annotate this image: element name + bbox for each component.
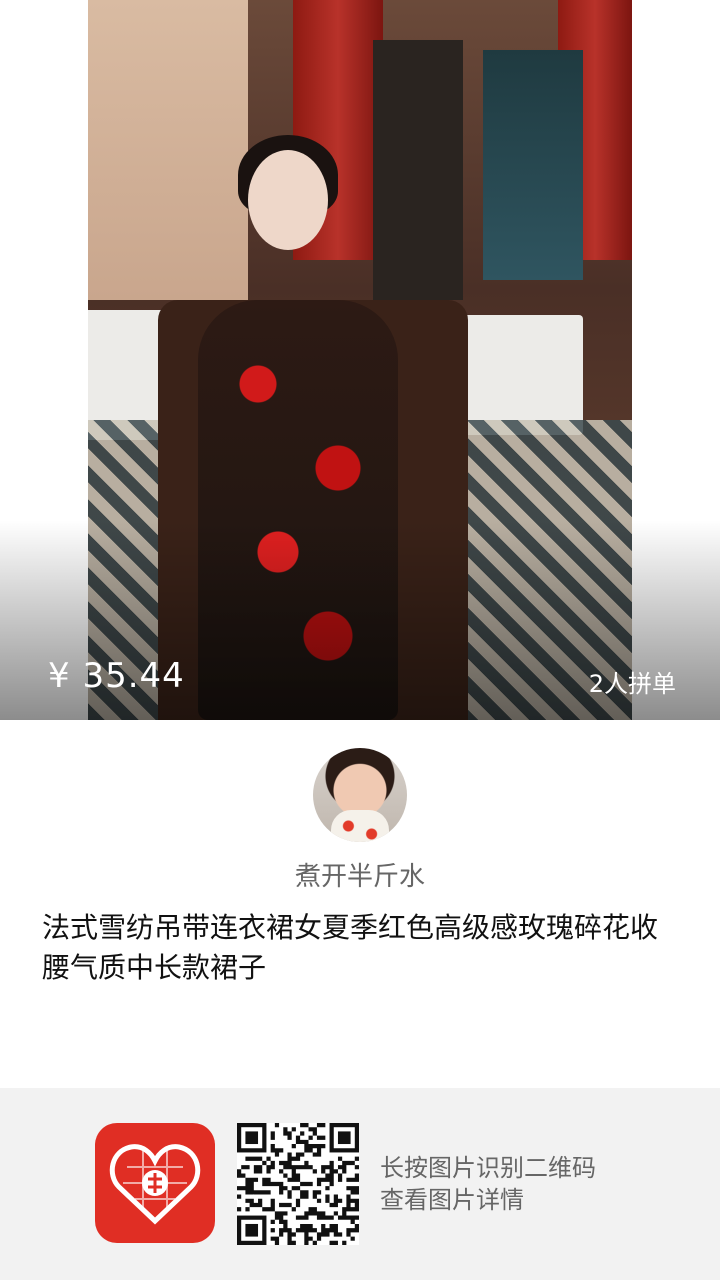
group-buy-label: 2人拼单 (588, 670, 676, 698)
logo-heart-mark (109, 1144, 201, 1225)
photo-doorway (483, 50, 583, 280)
qr-finder-pattern (236, 1215, 267, 1246)
product-price: ¥ 35.44 (48, 656, 185, 696)
photo-face (248, 150, 328, 250)
qr-hint-line1: 长按图片识别二维码 (380, 1154, 596, 1182)
avatar-shirt (331, 810, 389, 842)
qr-finder-pattern (236, 1122, 267, 1153)
share-footer: 长按图片识别二维码 查看图片详情 (0, 1088, 720, 1280)
qr-finder-pattern (329, 1122, 360, 1153)
product-title: 法式雪纺吊带连衣裙女夏季红色高级感玫瑰碎花收腰气质中长款裙子 (42, 911, 659, 984)
qr-hint-line2: 查看图片详情 (380, 1186, 524, 1214)
pinduoduo-logo-icon (95, 1123, 215, 1243)
qr-hint: 长按图片识别二维码 查看图片详情 (380, 1152, 596, 1216)
product-image-area[interactable]: ¥ 35.44 2人拼单 (0, 0, 720, 720)
qr-code[interactable] (236, 1122, 360, 1246)
photo-shelf (373, 40, 463, 300)
seller-avatar[interactable] (313, 748, 407, 842)
photo-wall (88, 0, 248, 300)
seller-name: 煮开半斤水 (294, 862, 425, 892)
qr-code-graphic (236, 1122, 360, 1246)
